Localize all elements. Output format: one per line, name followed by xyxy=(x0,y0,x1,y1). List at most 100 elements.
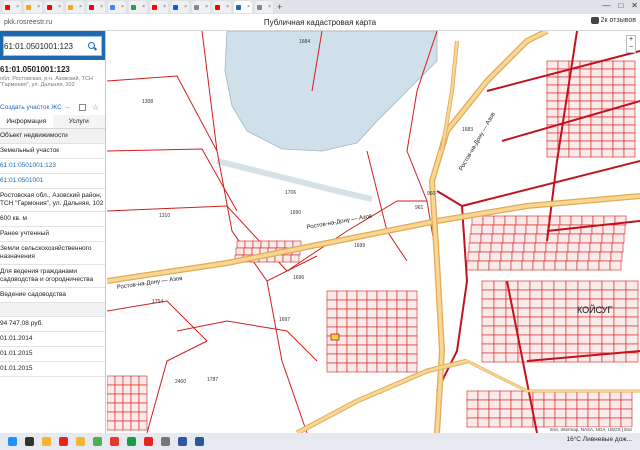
search-icon[interactable] xyxy=(25,437,34,446)
parcel xyxy=(356,326,368,337)
yandex-icon[interactable] xyxy=(144,437,153,446)
tab-close-icon[interactable]: × xyxy=(100,4,103,10)
minimize-icon[interactable]: — xyxy=(602,1,610,10)
zoom-control[interactable]: + − xyxy=(626,35,636,53)
bank-icon[interactable] xyxy=(127,437,136,446)
parcel xyxy=(589,334,603,345)
tab-close-icon[interactable]: × xyxy=(268,4,271,10)
tab-close-icon[interactable]: × xyxy=(121,4,124,10)
parcel xyxy=(406,335,418,346)
parcel xyxy=(600,242,613,253)
windows-start-icon[interactable] xyxy=(8,437,17,446)
parcel xyxy=(396,335,408,346)
star-icon[interactable]: ☆ xyxy=(92,104,99,112)
yandex-icon xyxy=(47,4,52,10)
search-area: 61:01.0501001:123 ‹ xyxy=(0,31,105,60)
cadastral-map[interactable]: 1684 1308 1706 1690 1310 1699 1696 1754 1697 1787… xyxy=(107,31,640,433)
parcel xyxy=(557,100,570,110)
parcel xyxy=(553,289,567,300)
parcel xyxy=(114,420,124,431)
add-parcel-link[interactable]: Создать участок ЖС → xyxy=(0,104,70,111)
parcel xyxy=(376,326,388,337)
parcel xyxy=(481,316,495,327)
reviews-button[interactable]: 2к отзывов xyxy=(590,17,636,24)
tab-close-icon[interactable]: × xyxy=(16,4,19,10)
zoom-in-button[interactable]: + xyxy=(627,36,635,44)
browser-tab[interactable]: × xyxy=(66,1,84,13)
parcel xyxy=(613,280,627,291)
tab-close-icon[interactable]: × xyxy=(37,4,40,10)
tab-close-icon[interactable]: × xyxy=(58,4,61,10)
panel-actions: Создать участок ЖС → ☆ xyxy=(0,104,105,112)
parcel xyxy=(587,408,600,419)
new-tab-button[interactable]: + xyxy=(277,2,282,12)
browser-tab[interactable]: × xyxy=(192,1,210,13)
browser-tab[interactable]: × xyxy=(213,1,231,13)
word-icon[interactable] xyxy=(195,437,204,446)
address-bar[interactable]: pkk.rosreestr.ru Публичная кадастровая к… xyxy=(0,14,640,31)
browser-tab[interactable]: × xyxy=(255,1,273,13)
parcel xyxy=(493,343,507,354)
yandex-browser-icon[interactable] xyxy=(59,437,68,446)
copy-icon[interactable] xyxy=(78,104,86,111)
tab-info[interactable]: Информация xyxy=(0,115,53,128)
parcel xyxy=(579,84,592,94)
attribute-row[interactable]: 61:01:0501001 xyxy=(0,174,105,189)
parcel xyxy=(546,84,559,94)
map-canvas[interactable]: 1684 1308 1706 1690 1310 1699 1696 1754 1697 1787… xyxy=(107,31,640,433)
attribute-row: Для ведения гражданами садоводства и ого… xyxy=(0,265,105,288)
parcel xyxy=(284,240,294,249)
parcel xyxy=(590,132,603,142)
browser-tab[interactable]: × xyxy=(129,1,147,13)
close-icon[interactable]: ✕ xyxy=(631,1,638,10)
tab-close-icon[interactable]: × xyxy=(163,4,166,10)
parcel xyxy=(557,124,570,134)
parcel xyxy=(565,260,578,271)
chrome-icon[interactable] xyxy=(93,437,102,446)
parcel xyxy=(612,68,625,78)
parcel xyxy=(114,402,124,413)
tab-close-icon[interactable]: × xyxy=(79,4,82,10)
r-icon[interactable] xyxy=(178,437,187,446)
browser-tab[interactable]: × xyxy=(3,1,21,13)
parcel xyxy=(613,325,627,336)
parcel xyxy=(396,362,408,373)
parcel xyxy=(590,100,603,110)
parcel xyxy=(493,334,507,345)
parcel xyxy=(589,242,602,253)
tab-services[interactable]: Услуги xyxy=(53,115,106,128)
browser-tab[interactable]: × xyxy=(45,1,63,13)
reviews-label: 2к отзывов xyxy=(600,17,636,24)
maximize-icon[interactable]: □ xyxy=(618,1,623,10)
search-icon[interactable] xyxy=(88,41,97,51)
file-explorer-icon[interactable] xyxy=(42,437,51,446)
parcel xyxy=(326,344,338,355)
parcel xyxy=(565,289,579,300)
browser-tab[interactable]: × xyxy=(108,1,126,13)
browser-tab[interactable]: × xyxy=(234,1,252,13)
parcel xyxy=(396,344,408,355)
parcel xyxy=(493,280,507,291)
tab-close-icon[interactable]: × xyxy=(247,4,250,10)
tab-close-icon[interactable]: × xyxy=(184,4,187,10)
generic-icon[interactable] xyxy=(161,437,170,446)
browser-tab[interactable]: × xyxy=(24,1,42,13)
opera-icon[interactable] xyxy=(110,437,119,446)
weather-widget[interactable]: 16°C Ливневые дож... xyxy=(566,436,632,443)
browser-tab[interactable]: × xyxy=(171,1,189,13)
attribute-row[interactable]: 61:01:0501001:123 xyxy=(0,159,105,174)
search-input[interactable]: 61:01.0501001:123 xyxy=(3,36,102,56)
browser-tab[interactable]: × xyxy=(87,1,105,13)
parcel xyxy=(546,148,559,158)
browser-tab[interactable]: × xyxy=(150,1,168,13)
parcel xyxy=(612,84,625,94)
tab-close-icon[interactable]: × xyxy=(205,4,208,10)
parcel xyxy=(130,402,140,413)
parcel xyxy=(491,233,504,244)
file-manager-icon[interactable] xyxy=(76,437,85,446)
tab-close-icon[interactable]: × xyxy=(226,4,229,10)
tab-close-icon[interactable]: × xyxy=(142,4,145,10)
panel-tabs: Информация Услуги xyxy=(0,115,105,129)
zoom-out-button[interactable]: − xyxy=(627,44,635,52)
parcel xyxy=(356,308,368,319)
